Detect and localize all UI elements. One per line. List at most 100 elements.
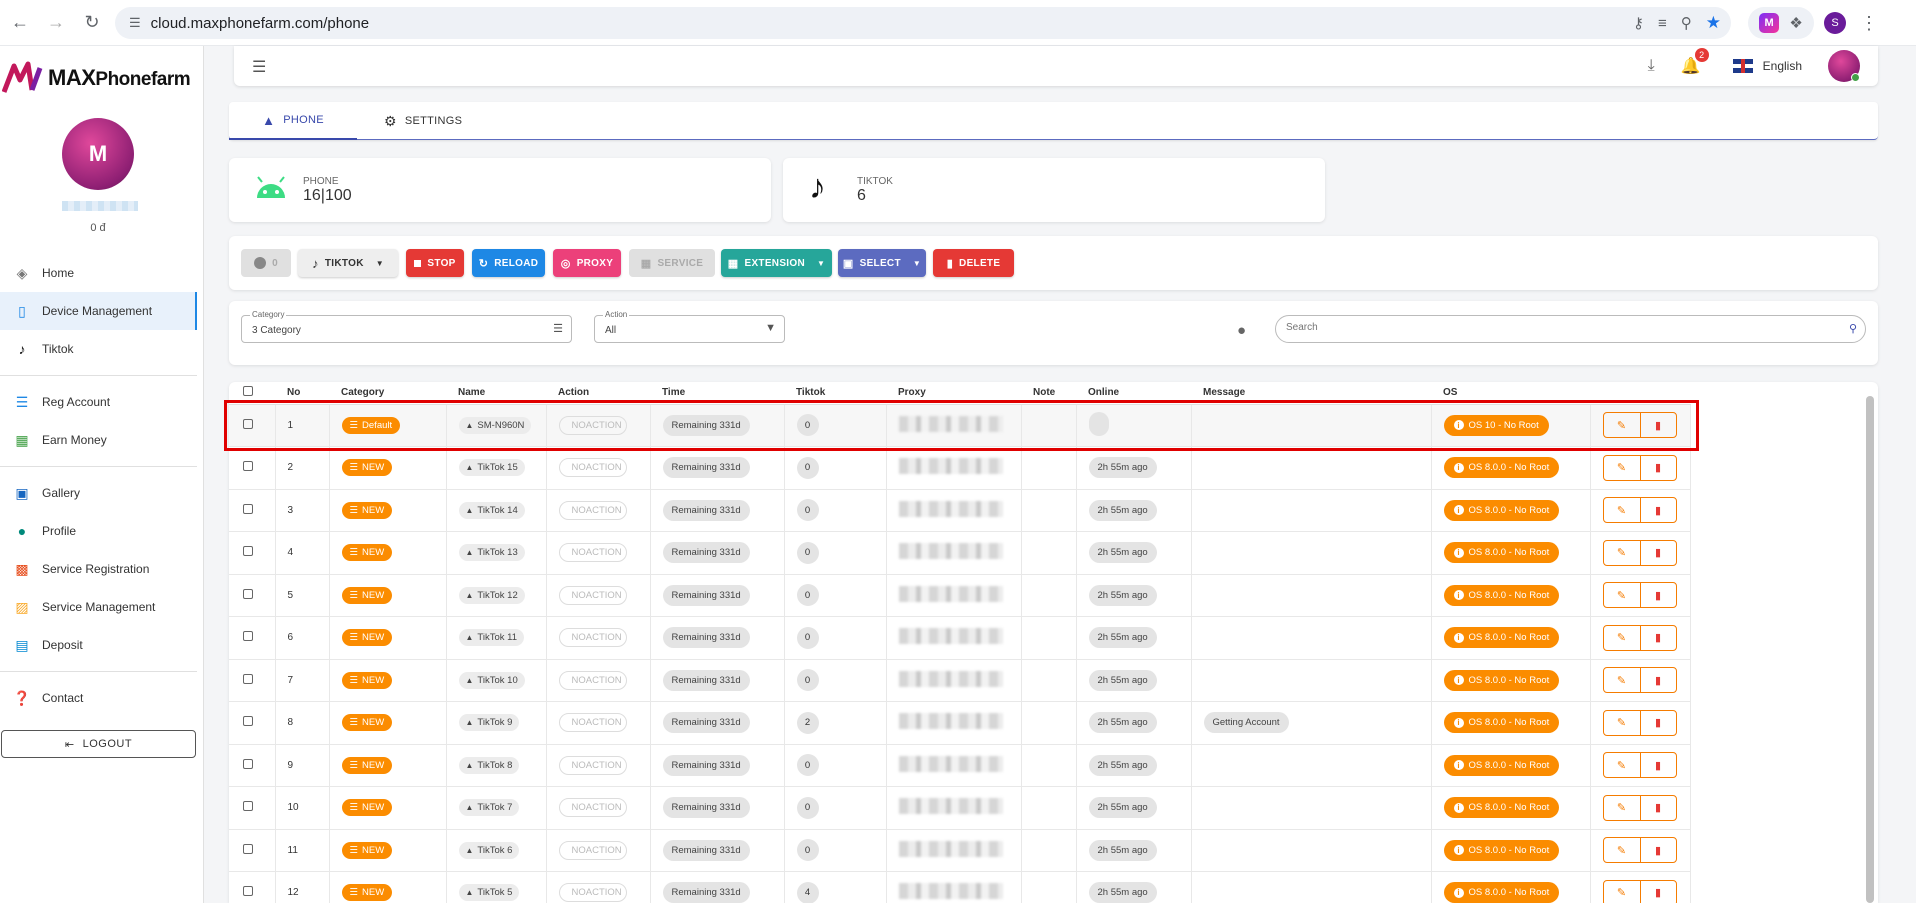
row-note-cell[interactable] (1021, 531, 1077, 575)
category-chip[interactable]: ☰ NEW (341, 459, 393, 477)
action-chip[interactable]: NOACTION (558, 543, 627, 563)
row-note-cell[interactable] (1021, 659, 1077, 702)
action-chip[interactable]: NOACTION (558, 798, 627, 818)
address-bar[interactable]: ☰ cloud.maxphonefarm.com/phone ⚷ ≡ ⚲ ★ (115, 7, 1731, 39)
tab-phone[interactable]: ▲ PHONE (229, 102, 357, 140)
category-chip[interactable]: ☰ NEW (341, 799, 393, 817)
row-checkbox[interactable] (243, 673, 253, 684)
row-note-cell[interactable] (1021, 829, 1077, 872)
row-checkbox[interactable] (243, 758, 253, 769)
table-row[interactable]: 11 ☰ NEW ▲ TikTok 6 NOACTION Remaining 331… (229, 829, 1691, 872)
table-row[interactable]: 2 ☰ NEW ▲ TikTok 15 NOACTION Remaining 331… (229, 446, 1691, 490)
header-tiktok[interactable]: Tiktok (784, 382, 886, 405)
category-chip[interactable]: ☰ NEW (341, 544, 393, 562)
action-chip[interactable]: NOACTION (558, 585, 627, 605)
row-note-cell[interactable] (1021, 786, 1077, 830)
kebab-menu-icon[interactable]: ⋮ (1860, 13, 1878, 34)
row-note-cell[interactable] (1021, 404, 1077, 447)
category-chip[interactable]: ☰ NEW (341, 714, 393, 732)
header-online[interactable]: Online (1076, 382, 1191, 405)
brand-logo[interactable]: MAXPhonefarm (2, 60, 191, 96)
tab-settings[interactable]: ⚙ SETTINGS (384, 102, 462, 140)
delete-trash-icon[interactable]: ▮ (1639, 413, 1676, 438)
row-checkbox[interactable] (243, 588, 253, 599)
tiktok-count-chip[interactable]: 0 (796, 499, 819, 522)
sidebar-item-earn-money[interactable]: ▦ Earn Money (0, 421, 197, 459)
table-row[interactable]: 12 ☰ NEW ▲ TikTok 5 NOACTION Remaining 331… (229, 871, 1691, 903)
table-row[interactable]: 9 ☰ NEW ▲ TikTok 8 NOACTION Remaining 331d… (229, 744, 1691, 787)
header-message[interactable]: Message (1191, 382, 1431, 405)
tiktok-count-chip[interactable]: 2 (796, 711, 819, 734)
tiktok-count-chip[interactable]: 0 (796, 626, 819, 649)
tiktok-count-chip[interactable]: 0 (796, 839, 819, 862)
sidebar-item-deposit[interactable]: ▤ Deposit (0, 626, 197, 664)
category-filter[interactable]: Category 3 Category ☰ (241, 310, 572, 343)
tiktok-count-chip[interactable]: 0 (796, 669, 819, 692)
delete-trash-icon[interactable]: ▮ (1639, 668, 1676, 693)
tiktok-count-chip[interactable]: 4 (796, 881, 819, 903)
header-os[interactable]: OS (1431, 382, 1590, 405)
device-name-chip[interactable]: ▲ TikTok 8 (458, 756, 520, 774)
user-avatar[interactable]: M (62, 118, 134, 190)
action-chip[interactable]: NOACTION (558, 415, 627, 435)
sidebar-item-device-management[interactable]: ▯ Device Management (0, 292, 197, 330)
header-name[interactable]: Name (446, 382, 546, 405)
category-chip[interactable]: ☰ NEW (341, 501, 393, 519)
puzzle-icon[interactable]: ❖ (1789, 14, 1802, 32)
row-note-cell[interactable] (1021, 446, 1077, 490)
row-checkbox[interactable] (243, 418, 253, 429)
edit-pencil-icon[interactable]: ✎ (1604, 796, 1640, 820)
sidebar-item-service-management[interactable]: ▨ Service Management (0, 588, 197, 626)
zoom-icon[interactable]: ⚲ (1681, 14, 1692, 32)
row-checkbox[interactable] (243, 631, 253, 642)
row-checkbox[interactable] (243, 843, 253, 854)
delete-trash-icon[interactable]: ▮ (1639, 880, 1676, 903)
reload-icon[interactable]: ↻ (76, 7, 108, 39)
select-button[interactable]: ▣ SELECT ▼ (838, 249, 926, 277)
tiktok-count-chip[interactable]: 0 (796, 541, 819, 564)
table-row[interactable]: 4 ☰ NEW ▲ TikTok 13 NOACTION Remaining 331… (229, 531, 1691, 575)
category-chip[interactable]: ☰ NEW (341, 756, 393, 774)
select-all-checkbox[interactable] (243, 386, 253, 397)
edit-pencil-icon[interactable]: ✎ (1604, 413, 1640, 437)
category-chip[interactable]: ☰ NEW (341, 671, 393, 689)
table-row[interactable]: 5 ☰ NEW ▲ TikTok 12 NOACTION Remaining 331… (229, 574, 1691, 617)
row-checkbox[interactable] (243, 503, 253, 514)
row-note-cell[interactable] (1021, 616, 1077, 660)
row-checkbox[interactable] (243, 546, 253, 557)
device-name-chip[interactable]: ▲ TikTok 10 (458, 671, 525, 689)
edit-pencil-icon[interactable]: ✎ (1604, 881, 1640, 903)
device-name-chip[interactable]: ▲ TikTok 14 (458, 501, 525, 519)
delete-trash-icon[interactable]: ▮ (1639, 498, 1676, 523)
header-category[interactable]: Category (329, 382, 446, 405)
edit-pencil-icon[interactable]: ✎ (1604, 626, 1640, 650)
tiktok-count-chip[interactable]: 0 (796, 796, 819, 819)
device-name-chip[interactable]: ▲ SM-N960N (458, 416, 532, 434)
tiktok-count-chip[interactable]: 0 (796, 584, 819, 607)
category-chip[interactable]: ☰ NEW (341, 841, 393, 859)
extension-button[interactable]: ▦ EXTENSION ▼ (721, 249, 832, 277)
download-icon[interactable]: ⤓ (1648, 57, 1655, 75)
edit-pencil-icon[interactable]: ✎ (1604, 456, 1640, 480)
edit-pencil-icon[interactable]: ✎ (1604, 711, 1640, 735)
action-chip[interactable]: NOACTION (558, 755, 627, 775)
key-icon[interactable]: ⚷ (1633, 14, 1644, 32)
url-text[interactable]: cloud.maxphonefarm.com/phone (151, 15, 369, 32)
action-chip[interactable]: NOACTION (558, 628, 627, 648)
delete-trash-icon[interactable]: ▮ (1639, 583, 1676, 608)
search-icon[interactable]: ⚲ (1849, 322, 1857, 335)
edit-pencil-icon[interactable]: ✎ (1604, 541, 1640, 565)
action-chip[interactable]: NOACTION (558, 670, 627, 690)
account-avatar[interactable] (1828, 50, 1860, 82)
row-checkbox[interactable] (243, 886, 253, 897)
header-action[interactable]: Action (546, 382, 650, 405)
hamburger-menu-icon[interactable]: ☰ (252, 57, 266, 77)
row-note-cell[interactable] (1021, 574, 1077, 617)
header-no[interactable]: No (275, 382, 329, 405)
delete-trash-icon[interactable]: ▮ (1639, 838, 1676, 863)
row-note-cell[interactable] (1021, 871, 1077, 903)
maxphonefarm-extension-icon[interactable]: M (1759, 13, 1780, 33)
sidebar-item-tiktok[interactable]: ♪ Tiktok (0, 330, 197, 368)
tiktok-count-chip[interactable]: 0 (796, 456, 819, 479)
reload-button[interactable]: ↻ RELOAD (472, 249, 545, 277)
